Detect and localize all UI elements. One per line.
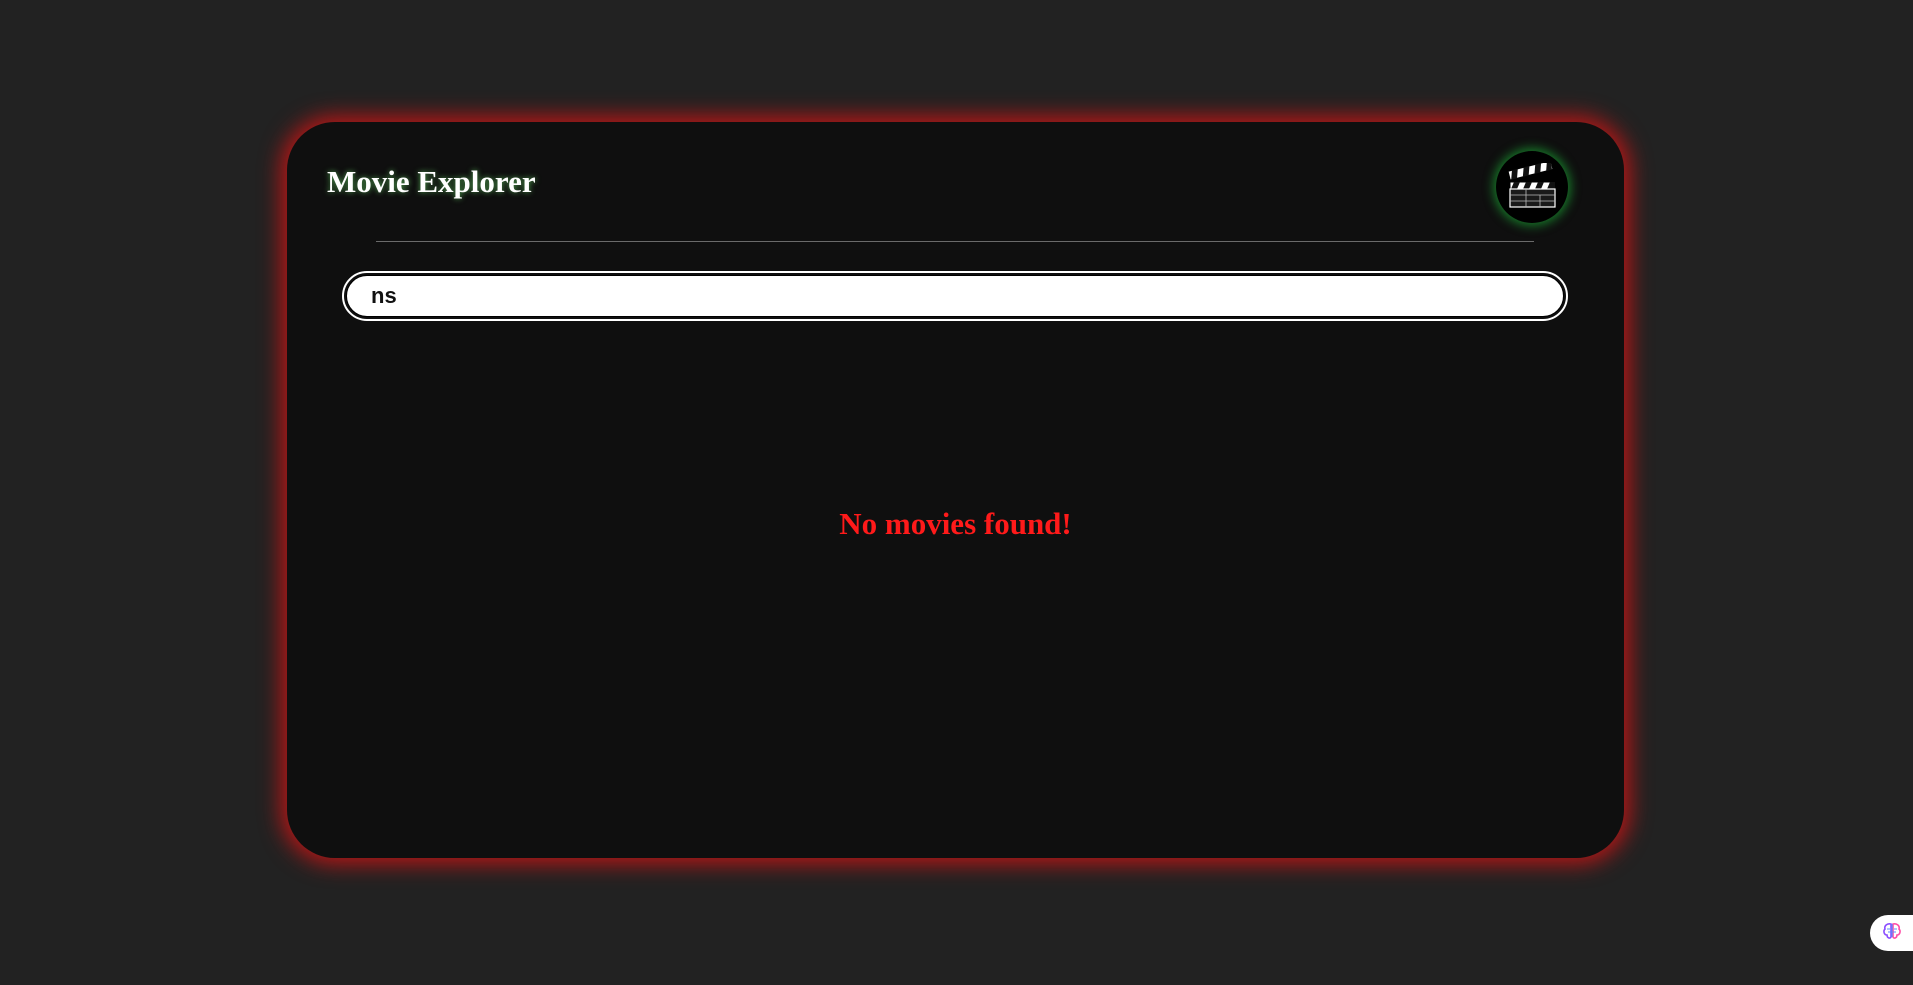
extension-button[interactable]: [1870, 915, 1913, 951]
main-card: Movie Explorer ns No movies found!: [287, 122, 1624, 858]
header-divider: [376, 241, 1534, 242]
search-bar: [342, 271, 1568, 321]
app-title: Movie Explorer: [327, 164, 536, 199]
clapperboard-icon: [1496, 151, 1568, 223]
search-input[interactable]: [346, 275, 1564, 317]
brain-icon: [1882, 921, 1902, 946]
empty-results-message: No movies found!: [839, 506, 1072, 541]
page: Movie Explorer ns No movies found!: [0, 0, 1913, 985]
